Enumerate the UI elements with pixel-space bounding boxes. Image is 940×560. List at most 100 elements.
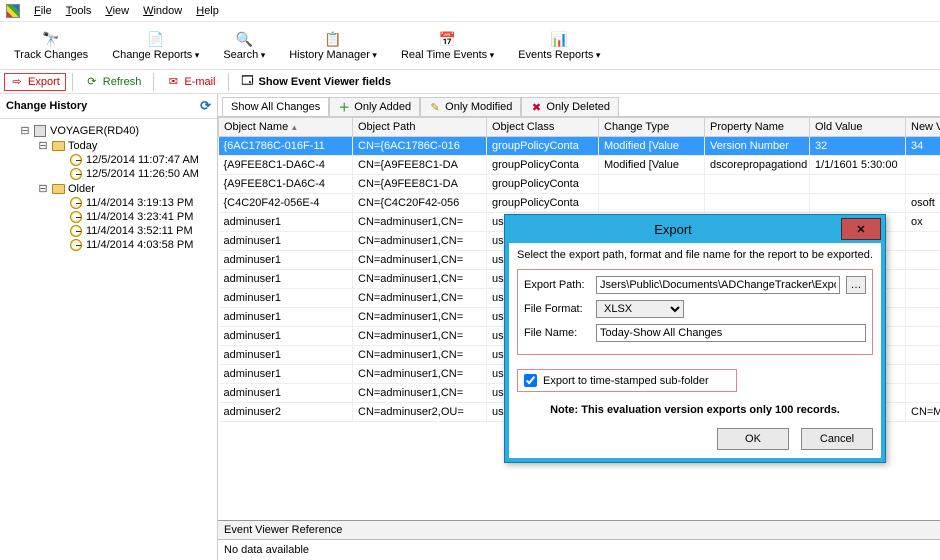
table-cell bbox=[906, 175, 940, 194]
col-change-type[interactable]: Change Type bbox=[599, 118, 705, 137]
email-button[interactable]: ✉ E-mail bbox=[160, 73, 221, 91]
col-object-name[interactable]: Object Name bbox=[219, 118, 353, 137]
table-cell: CN={A9FEE8C1-DA bbox=[353, 175, 487, 194]
table-cell bbox=[906, 270, 940, 289]
export-path-input[interactable] bbox=[596, 276, 840, 294]
show-event-viewer-fields-button[interactable]: 🗔 Show Event Viewer fields bbox=[235, 73, 397, 91]
table-cell: 32 bbox=[810, 137, 906, 156]
collapse-icon[interactable]: ⊟ bbox=[38, 182, 48, 195]
report-icon: 📊 bbox=[550, 30, 568, 48]
dialog-description: Select the export path, format and file … bbox=[517, 249, 873, 261]
tree-today[interactable]: ⊟ Today bbox=[8, 138, 215, 153]
menu-view[interactable]: View bbox=[105, 5, 129, 17]
table-cell bbox=[810, 194, 906, 213]
tree-item-label: 12/5/2014 11:07:47 AM bbox=[86, 154, 199, 166]
refresh-button[interactable]: ⟳ Refresh bbox=[79, 73, 148, 91]
pencil-icon: ✎ bbox=[429, 101, 441, 113]
col-object-class[interactable]: Object Class bbox=[487, 118, 599, 137]
clock-icon bbox=[69, 225, 83, 237]
tree-item[interactable]: 11/4/2014 4:03:58 PM bbox=[8, 238, 215, 252]
tree-root[interactable]: ⊟ VOYAGER(RD40) bbox=[8, 123, 215, 138]
table-row[interactable]: {A9FEE8C1-DA6C-4CN={A9FEE8C1-DAgroupPoli… bbox=[219, 175, 940, 194]
tree-item[interactable]: 12/5/2014 11:26:50 AM bbox=[8, 167, 215, 181]
ok-button[interactable]: OK bbox=[717, 428, 789, 450]
tab-only-added[interactable]: ＋Only Added bbox=[329, 97, 420, 116]
table-cell: groupPolicyConta bbox=[487, 137, 599, 156]
tab-only-deleted[interactable]: ✖Only Deleted bbox=[521, 97, 619, 116]
tree-item-label: 11/4/2014 3:19:13 PM bbox=[86, 197, 193, 209]
history-manager-button[interactable]: 📋 History Manager bbox=[289, 26, 377, 65]
table-row[interactable]: {A9FEE8C1-DA6C-4CN={A9FEE8C1-DAgroupPoli… bbox=[219, 156, 940, 175]
dialog-field-group: Export Path: … File Format: XLSX File Na… bbox=[517, 269, 873, 355]
table-cell: adminuser1 bbox=[219, 346, 353, 365]
tab-strip: Show All Changes ＋Only Added ✎Only Modif… bbox=[218, 94, 940, 117]
export-label: Export bbox=[28, 76, 60, 88]
collapse-icon[interactable]: ⊟ bbox=[38, 139, 48, 152]
table-cell: CN=adminuser1,CN= bbox=[353, 289, 487, 308]
left-panel: Change History ⟳ ⊟ VOYAGER(RD40) ⊟ Today… bbox=[0, 94, 218, 560]
track-changes-label: Track Changes bbox=[14, 49, 88, 61]
table-cell: {A9FEE8C1-DA6C-4 bbox=[219, 175, 353, 194]
browse-button[interactable]: … bbox=[846, 276, 866, 294]
menu-window[interactable]: Window bbox=[143, 5, 182, 17]
table-cell bbox=[906, 251, 940, 270]
col-new-value[interactable]: New Value bbox=[906, 118, 940, 137]
change-reports-button[interactable]: 📄 Change Reports bbox=[112, 26, 199, 65]
table-cell bbox=[906, 156, 940, 175]
table-cell: CN=adminuser1,CN= bbox=[353, 232, 487, 251]
dialog-titlebar[interactable]: Export ✕ bbox=[505, 215, 885, 243]
folder-icon bbox=[51, 141, 65, 151]
table-cell bbox=[599, 194, 705, 213]
tab-only-modified[interactable]: ✎Only Modified bbox=[420, 97, 521, 116]
history-icon: 📋 bbox=[324, 30, 342, 48]
table-cell: groupPolicyConta bbox=[487, 194, 599, 213]
collapse-icon[interactable]: ⊟ bbox=[20, 124, 30, 137]
table-cell: adminuser1 bbox=[219, 213, 353, 232]
col-property-name[interactable]: Property Name bbox=[705, 118, 810, 137]
tree-item[interactable]: 12/5/2014 11:07:47 AM bbox=[8, 153, 215, 167]
table-row[interactable]: {6AC1786C-016F-11CN={6AC1786C-016groupPo… bbox=[219, 137, 940, 156]
realtime-events-button[interactable]: 📅 Real Time Events bbox=[401, 26, 494, 65]
events-reports-button[interactable]: 📊 Events Reports bbox=[518, 26, 600, 65]
table-cell: CN=adminuser1,CN= bbox=[353, 251, 487, 270]
table-cell bbox=[906, 365, 940, 384]
table-cell bbox=[906, 289, 940, 308]
table-cell bbox=[906, 346, 940, 365]
menu-help[interactable]: Help bbox=[196, 5, 219, 17]
tree-item-label: 11/4/2014 3:23:41 PM bbox=[86, 211, 193, 223]
file-name-label: File Name: bbox=[524, 327, 590, 339]
search-button[interactable]: 🔍 Search bbox=[223, 26, 265, 65]
menu-file[interactable]: File bbox=[34, 5, 52, 17]
tree-older[interactable]: ⊟ Older bbox=[8, 181, 215, 196]
timestamp-checkbox-row[interactable]: Export to time-stamped sub-folder bbox=[517, 369, 737, 392]
file-name-input[interactable] bbox=[596, 324, 866, 342]
tab-all-changes[interactable]: Show All Changes bbox=[222, 97, 329, 116]
table-cell: CN=adminuser1,CN= bbox=[353, 327, 487, 346]
tree-root-label: VOYAGER(RD40) bbox=[50, 125, 139, 137]
tree-item[interactable]: 11/4/2014 3:19:13 PM bbox=[8, 196, 215, 210]
table-cell bbox=[705, 175, 810, 194]
track-changes-button[interactable]: 🔭 Track Changes bbox=[14, 26, 88, 65]
table-cell: adminuser1 bbox=[219, 270, 353, 289]
divider bbox=[72, 73, 73, 91]
table-cell: osoft bbox=[906, 194, 940, 213]
tree-item[interactable]: 11/4/2014 3:23:41 PM bbox=[8, 210, 215, 224]
file-format-select[interactable]: XLSX bbox=[596, 300, 684, 318]
tree-today-label: Today bbox=[68, 140, 97, 152]
table-row[interactable]: {C4C20F42-056E-4CN={C4C20F42-056groupPol… bbox=[219, 194, 940, 213]
col-object-path[interactable]: Object Path bbox=[353, 118, 487, 137]
tree-item[interactable]: 11/4/2014 3:52:11 PM bbox=[8, 224, 215, 238]
menu-tools[interactable]: Tools bbox=[66, 5, 92, 17]
cancel-button[interactable]: Cancel bbox=[801, 428, 873, 450]
export-button[interactable]: ⇨ Export bbox=[4, 73, 66, 91]
table-cell bbox=[906, 327, 940, 346]
table-cell bbox=[906, 232, 940, 251]
timestamp-checkbox[interactable] bbox=[524, 374, 537, 387]
realtime-events-label: Real Time Events bbox=[401, 49, 494, 61]
table-cell: {6AC1786C-016F-11 bbox=[219, 137, 353, 156]
refresh-icon[interactable]: ⟳ bbox=[200, 98, 211, 114]
table-cell: 34 bbox=[906, 137, 940, 156]
tree-item-label: 12/5/2014 11:26:50 AM bbox=[86, 168, 199, 180]
close-button[interactable]: ✕ bbox=[841, 218, 881, 240]
col-old-value[interactable]: Old Value bbox=[810, 118, 906, 137]
